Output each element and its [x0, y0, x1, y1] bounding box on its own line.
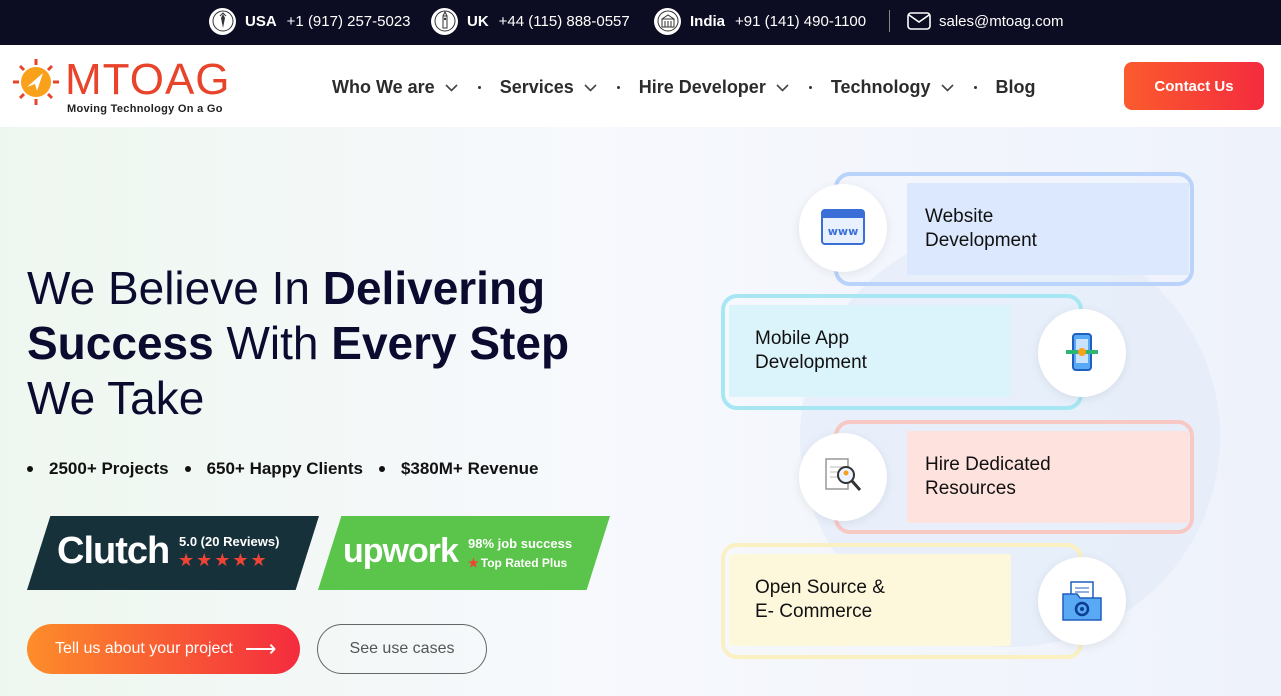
- www-browser-icon: www: [799, 184, 887, 272]
- nav-blog[interactable]: Blog: [996, 77, 1036, 98]
- chevron-down-icon: [940, 81, 955, 95]
- nav-hire-developer[interactable]: Hire Developer: [639, 77, 790, 98]
- hero-section: We Believe In Delivering Success With Ev…: [0, 127, 1281, 696]
- mail-icon: [907, 11, 931, 31]
- main-nav: Who We are Services Hire Developer Techn…: [332, 77, 1036, 98]
- india-contact[interactable]: India +91 (141) 490-1100: [654, 6, 866, 36]
- chevron-down-icon: [445, 81, 459, 95]
- headline-text: We Take: [27, 372, 205, 424]
- stat-revenue: $380M+ Revenue: [400, 459, 539, 478]
- service-card-panel: Website Development: [907, 183, 1189, 275]
- email-link[interactable]: sales@mtoag.com: [939, 13, 1063, 30]
- service-card-panel: Hire Dedicated Resources: [907, 431, 1189, 523]
- service-title-line: Mobile App: [755, 328, 850, 349]
- chevron-down-icon: [776, 81, 790, 95]
- clutch-rating: 5.0 (20 Reviews): [179, 534, 280, 549]
- uk-phone[interactable]: +44 (115) 888-0557: [499, 13, 630, 30]
- nav-separator: [973, 86, 977, 89]
- service-title-line: Development: [755, 352, 867, 373]
- clutch-badge[interactable]: Clutch 5.0 (20 Reviews) ★★★★★: [27, 516, 319, 590]
- resource-search-icon: [799, 433, 887, 521]
- india-label: India: [690, 12, 726, 30]
- stat-projects: 2500+ Projects: [49, 459, 169, 478]
- nav-who-we-are[interactable]: Who We are: [332, 77, 459, 98]
- logo-wordmark: MTOAG: [65, 55, 231, 104]
- bullet: [378, 466, 385, 472]
- india-phone[interactable]: +91 (141) 490-1100: [735, 13, 866, 30]
- svg-text:www: www: [828, 225, 859, 238]
- stat-clients: 650+ Happy Clients: [206, 459, 363, 478]
- sun-logo-icon: [13, 59, 59, 105]
- uk-contact[interactable]: UK +44 (115) 888-0557: [431, 6, 630, 36]
- service-card-hire[interactable]: Hire Dedicated Resources: [834, 420, 1194, 534]
- service-card-panel: Open Source & E- Commerce: [729, 554, 1011, 646]
- button-label: Tell us about your project: [55, 640, 233, 657]
- clutch-logo: Clutch: [57, 530, 170, 572]
- headline-text: We Believe In: [27, 262, 323, 314]
- upwork-job-success: 98% job success: [468, 536, 573, 551]
- nav-label: Services: [499, 77, 574, 97]
- nav-separator: [477, 86, 481, 89]
- nav-separator: [808, 86, 812, 89]
- nav-label: Blog: [995, 77, 1036, 97]
- bullet: [184, 466, 191, 472]
- upwork-top-rated: ★ Top Rated Plus: [468, 556, 567, 570]
- site-header: MTOAG Moving Technology On a Go Who We a…: [0, 45, 1281, 127]
- bullet: [27, 466, 33, 472]
- upwork-badge[interactable]: upwork 98% job success ★ Top Rated Plus: [318, 516, 610, 590]
- tell-us-project-button[interactable]: Tell us about your project ⟶: [27, 624, 300, 674]
- open-source-folder-icon: [1038, 557, 1126, 645]
- upwork-logo: upwork: [343, 532, 459, 570]
- mobile-app-icon: [1038, 309, 1126, 397]
- service-card-open-source[interactable]: Open Source & E- Commerce: [721, 543, 1083, 659]
- service-title-line: Resources: [925, 478, 1016, 499]
- service-card-website[interactable]: Website Development: [834, 172, 1194, 286]
- top-contact-bar: USA +1 (917) 257-5023 UK +44 (115) 888-0…: [0, 0, 1281, 45]
- headline-bold: Delivering: [322, 262, 546, 314]
- chevron-down-icon: [584, 81, 598, 95]
- email-contact[interactable]: sales@mtoag.com: [907, 6, 1063, 36]
- nav-separator: [616, 86, 620, 89]
- big-ben-icon: [431, 7, 458, 35]
- usa-label: USA: [245, 12, 277, 30]
- nav-label: Technology: [830, 77, 931, 97]
- headline-bold: Success: [27, 317, 214, 369]
- usa-contact[interactable]: USA +1 (917) 257-5023: [209, 6, 411, 36]
- service-card-mobile[interactable]: Mobile App Development: [721, 294, 1083, 410]
- service-title-line: Open Source &: [755, 577, 885, 598]
- mtoag-logo[interactable]: MTOAG Moving Technology On a Go: [11, 55, 251, 121]
- service-title-line: E- Commerce: [755, 601, 873, 622]
- nav-services[interactable]: Services: [500, 77, 598, 98]
- usa-phone[interactable]: +1 (917) 257-5023: [287, 13, 411, 30]
- nav-technology[interactable]: Technology: [831, 77, 955, 98]
- topbar-divider: [889, 10, 890, 32]
- hero-headline: We Believe In Delivering Success With Ev…: [27, 261, 677, 426]
- service-card-panel: Mobile App Development: [729, 305, 1011, 397]
- headline-text: With: [213, 317, 332, 369]
- uk-label: UK: [467, 12, 489, 30]
- nav-label: Who We are: [332, 77, 435, 97]
- usa-statue-icon: [209, 7, 236, 35]
- service-title-line: Development: [925, 230, 1037, 251]
- service-title-line: Hire Dedicated: [925, 454, 1051, 475]
- star-icon: ★: [468, 556, 479, 570]
- arrow-right-icon: ⟶: [244, 636, 277, 661]
- hero-stats: 2500+ Projects 650+ Happy Clients $380M+…: [27, 459, 554, 479]
- see-use-cases-button[interactable]: See use cases: [317, 624, 487, 674]
- star-rating-icon: ★★★★★: [178, 550, 269, 570]
- contact-us-button[interactable]: Contact Us: [1124, 62, 1264, 110]
- nav-label: Hire Developer: [638, 77, 766, 97]
- hawa-mahal-icon: [654, 7, 681, 35]
- logo-tagline: Moving Technology On a Go: [67, 103, 223, 115]
- headline-bold: Every Step: [331, 317, 570, 369]
- upwork-badge-label: Top Rated Plus: [480, 556, 568, 570]
- service-title-line: Website: [925, 206, 994, 227]
